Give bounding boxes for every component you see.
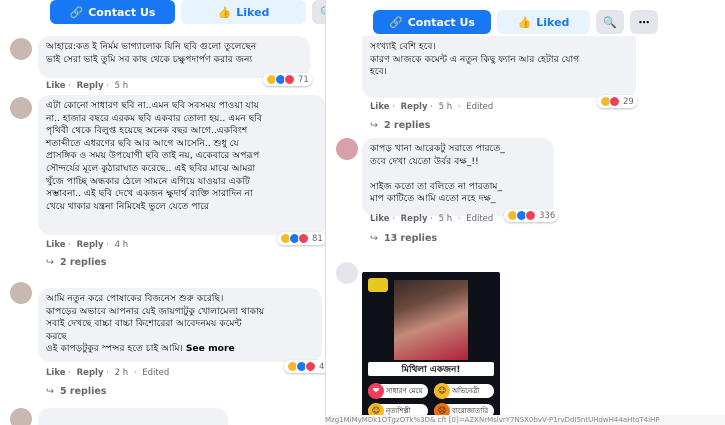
logo-badge: [368, 278, 388, 292]
commenter-avatar[interactable]: [10, 282, 32, 304]
comment-bubble: [38, 408, 228, 425]
comment-time[interactable]: 5 h: [439, 102, 453, 112]
woman-photo: [394, 280, 468, 360]
reply-arrow-icon: ↪: [46, 257, 54, 268]
laugh-emoji-icon: ☺: [434, 383, 450, 399]
like-link[interactable]: Like: [370, 214, 390, 224]
reaction-count: 29: [623, 96, 634, 107]
love-reaction-icon: [525, 210, 536, 221]
commenter-avatar[interactable]: [10, 408, 32, 425]
view-replies-link[interactable]: ↪ 2 replies: [46, 257, 106, 268]
commenter-avatar[interactable]: [10, 97, 32, 119]
reaction-count: 71: [298, 74, 309, 85]
like-link[interactable]: Like: [370, 102, 390, 112]
comment-actions: Like · Reply · 5 h · Edited: [370, 214, 494, 224]
option-label: বারোজাতারি: [452, 407, 489, 415]
comment-text: আহারে:কত ই নির্মম ভাগ্যালোক যিনি ছবি গুল…: [46, 41, 257, 65]
more-dots-icon: ⋯: [638, 15, 650, 29]
reaction-count: 81: [312, 233, 323, 244]
commenter-avatar[interactable]: [336, 262, 358, 284]
liked-button[interactable]: 👍 Liked: [181, 0, 306, 24]
comment-text: কাপড় খানা আরেকটু সরাতে পারতে_ তবে দেখা …: [370, 143, 505, 205]
comment-time[interactable]: 5 h: [115, 81, 129, 91]
love-reaction-icon: [284, 74, 295, 85]
contact-us-label: Contact Us: [407, 15, 475, 29]
comment-bubble: এটা কোনো সাধারণ ছবি না..এমন ছবি সবসময় প…: [38, 95, 326, 235]
like-link[interactable]: Like: [46, 240, 66, 250]
comment-text: আমি নতুন করে পোষাকের বিজনেস শুরু করেছি। …: [46, 293, 314, 356]
see-more-link[interactable]: See more: [186, 343, 235, 354]
reply-arrow-icon: ↪: [370, 120, 378, 131]
option-label: নৃত্যশিল্পী: [386, 407, 411, 415]
replies-count: 5 replies: [59, 386, 107, 397]
reply-link[interactable]: Reply: [77, 81, 104, 91]
thumbs-up-icon: 👍: [217, 5, 232, 19]
reply-link[interactable]: Reply: [77, 240, 104, 250]
commenter-avatar[interactable]: [10, 38, 32, 60]
image-option-2: ☺ অভিনেত্রী: [434, 383, 494, 399]
comment-actions: Like · Reply · 5 h: [46, 81, 129, 91]
search-button[interactable]: 🔍: [596, 10, 624, 34]
reply-link[interactable]: Reply: [77, 368, 104, 378]
view-replies-link[interactable]: ↪ 5 replies: [46, 386, 106, 397]
left-comments-panel: 🔗 Contact Us 👍 Liked 🔍 আহারে:কত ই নির্মম…: [0, 0, 330, 425]
liked-label: Liked: [236, 5, 270, 19]
reaction-summary[interactable]: 29: [597, 95, 637, 108]
link-icon: 🔗: [69, 5, 84, 19]
reaction-summary[interactable]: 71: [263, 73, 312, 86]
option-label: সাধারণ মেয়ে: [386, 387, 423, 395]
comment-actions: Like · Reply · 5 h · Edited: [370, 102, 494, 112]
comment-time[interactable]: 4 h: [115, 240, 129, 250]
thumbs-up-icon: 👍: [517, 15, 532, 29]
reply-link[interactable]: Reply: [401, 102, 428, 112]
comment-actions: Like · Reply · 2 h · Edited: [46, 368, 170, 378]
status-url-bar: Mzg1MiMyMDk1OTgzOTk%3D& cft [0]=AZXNrMsl…: [325, 415, 725, 425]
left-page-action-bar: 🔗 Contact Us 👍 Liked 🔍: [0, 0, 330, 28]
reaction-summary[interactable]: 46: [284, 360, 330, 373]
comment-image-attachment[interactable]: মিথিলা একজন! ❤ সাধারণ মেয়ে ☺ অভিনেত্রী …: [362, 272, 500, 425]
like-link[interactable]: Like: [46, 368, 66, 378]
comment-bubble: আহারে:কত ই নির্মম ভাগ্যালোক যিনি ছবি গুল…: [38, 36, 310, 78]
replies-count: 2 replies: [383, 120, 431, 131]
comment-time[interactable]: 5 h: [439, 214, 453, 224]
like-link[interactable]: Like: [46, 81, 66, 91]
reply-link[interactable]: Reply: [401, 214, 428, 224]
reaction-summary[interactable]: 81: [277, 232, 326, 245]
replies-count: 13 replies: [383, 233, 438, 244]
contact-us-label: Contact Us: [88, 5, 156, 19]
comment-text: সংখ্যাই বেশি হবে। কারণ আজকে কমেন্ট এ নতু…: [370, 41, 580, 78]
reaction-summary[interactable]: 336: [504, 209, 559, 222]
reaction-count: 336: [539, 210, 556, 221]
contact-us-button[interactable]: 🔗 Contact Us: [50, 0, 175, 24]
edited-label: Edited: [466, 214, 494, 224]
link-icon: 🔗: [389, 15, 403, 29]
comment-bubble: আমি নতুন করে পোষাকের বিজনেস শুরু করেছি। …: [38, 288, 322, 362]
replies-count: 2 replies: [59, 257, 107, 268]
liked-label: Liked: [536, 15, 570, 29]
love-reaction-icon: [305, 361, 316, 372]
liked-button[interactable]: 👍 Liked: [497, 10, 590, 34]
comment-bubble: কাপড় খানা আরেকটু সরাতে পারতে_ তবে দেখা …: [362, 138, 554, 216]
comment-bubble: সংখ্যাই বেশি হবে। কারণ আজকে কমেন্ট এ নতু…: [362, 36, 636, 98]
comment-time[interactable]: 2 h: [115, 368, 129, 378]
more-options-button[interactable]: ⋯: [630, 10, 658, 34]
contact-us-button[interactable]: 🔗 Contact Us: [373, 10, 491, 34]
view-replies-link[interactable]: ↪ 13 replies: [370, 233, 437, 244]
image-option-1: ❤ সাধারণ মেয়ে: [368, 383, 428, 399]
reply-arrow-icon: ↪: [370, 233, 378, 244]
search-icon: 🔍: [603, 15, 617, 29]
love-reaction-icon: [298, 233, 309, 244]
image-name-caption: মিথিলা একজন!: [368, 362, 494, 376]
edited-label: Edited: [466, 102, 494, 112]
comment-actions: Like · Reply · 4 h: [46, 240, 129, 250]
right-page-action-bar: 🔗 Contact Us 👍 Liked 🔍 ⋯: [326, 0, 725, 36]
heart-emoji-icon: ❤: [368, 383, 384, 399]
edited-label: Edited: [142, 368, 170, 378]
love-reaction-icon: [609, 96, 620, 107]
commenter-avatar[interactable]: [336, 138, 358, 160]
view-replies-link[interactable]: ↪ 2 replies: [370, 120, 430, 131]
option-label: অভিনেত্রী: [452, 387, 480, 395]
reply-arrow-icon: ↪: [46, 386, 54, 397]
comment-text: এটা কোনো সাধারণ ছবি না..এমন ছবি সবসময় প…: [46, 100, 263, 212]
